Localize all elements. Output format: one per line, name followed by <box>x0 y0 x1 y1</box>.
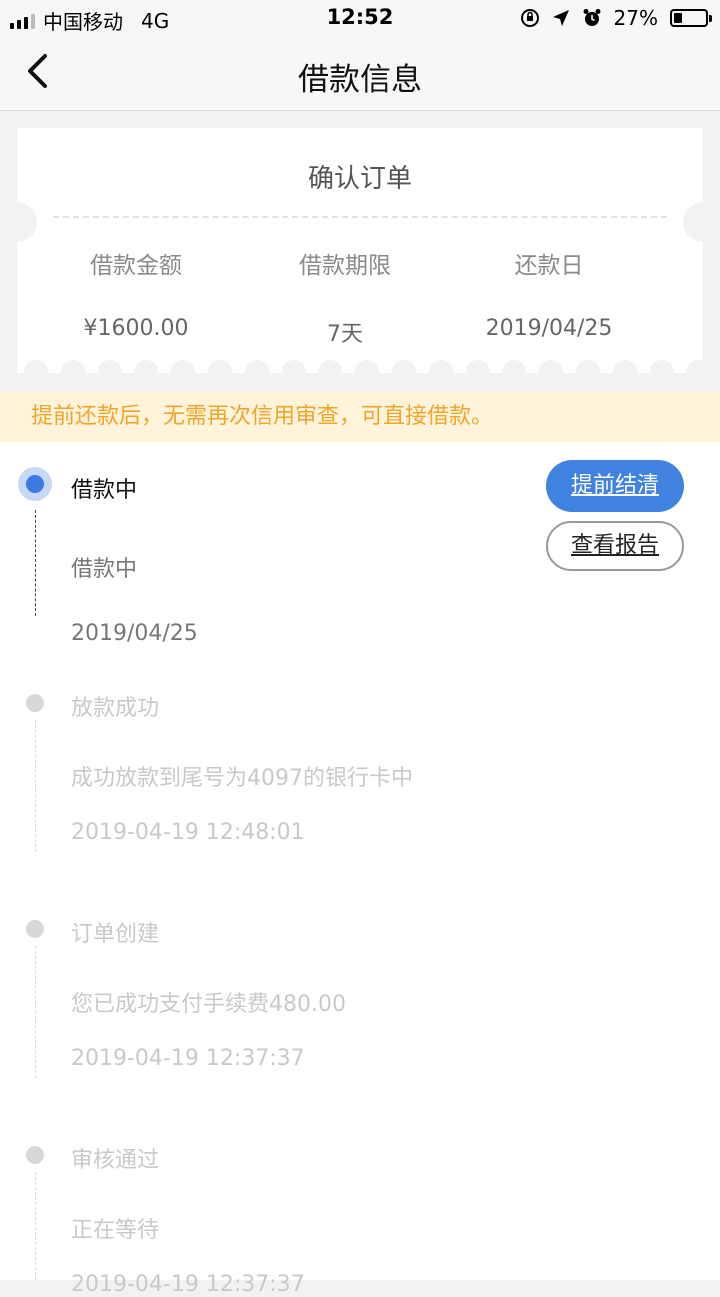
scallop-circle <box>318 360 343 384</box>
orientation-lock-icon <box>520 9 539 27</box>
loan-amount-label: 借款金额 <box>90 253 182 279</box>
timeline-item-title: 放款成功 <box>71 696 160 721</box>
timeline-connector <box>35 1172 36 1280</box>
timeline-item-time: 2019-04-19 12:37:37 <box>71 1272 305 1297</box>
loan-term-value: 7天 <box>327 322 363 347</box>
ticket-notch-right <box>683 202 720 242</box>
loan-term-label: 借款期限 <box>299 253 391 279</box>
scallop-circle <box>60 360 85 384</box>
battery-percent: 27% <box>613 6 658 30</box>
timeline-item-detail: 借款中 <box>71 557 138 582</box>
scallop-circle <box>502 360 527 384</box>
page-title: 借款信息 <box>298 62 422 98</box>
timeline-connector <box>35 510 36 616</box>
ticket-scalloped-edge <box>18 360 711 384</box>
battery-level <box>674 13 682 23</box>
notice-banner: 提前还款后，无需再次信用审查，可直接借款。 <box>0 392 720 442</box>
timeline-dot-active <box>18 467 52 501</box>
scallop-circle <box>24 360 48 384</box>
status-bar: 中国移动 4G 12:52 27% <box>0 0 720 36</box>
scallop-circle <box>612 360 637 384</box>
timeline-item-title: 订单创建 <box>71 922 160 947</box>
timeline-item-detail: 您已成功支付手续费480.00 <box>71 992 346 1017</box>
timeline-dot <box>26 1146 44 1164</box>
scallop-circle <box>208 360 232 384</box>
timeline-item-title: 审核通过 <box>71 1148 160 1173</box>
battery-icon <box>670 9 712 27</box>
timeline-item-time: 2019-04-19 12:37:37 <box>71 1046 305 1071</box>
timeline-dot <box>26 694 44 712</box>
scallop-circle <box>244 360 269 384</box>
order-ticket-card: 确认订单 借款金额 借款期限 还款日 ¥1600.00 7天 2019/04/2… <box>0 128 720 373</box>
timeline-item-time: 2019/04/25 <box>71 621 198 646</box>
scallop-circle <box>134 360 159 384</box>
ticket-divider <box>53 216 667 218</box>
scallop-circle <box>97 360 122 384</box>
timeline-connector <box>35 720 36 852</box>
location-arrow-icon <box>552 10 569 26</box>
timeline-item-time: 2019-04-19 12:48:01 <box>71 820 305 845</box>
ticket-notch-left <box>0 202 37 242</box>
early-settle-button[interactable]: 提前结清 <box>546 460 684 512</box>
scallop-circle <box>392 360 416 384</box>
view-report-button[interactable]: 查看报告 <box>546 521 684 571</box>
scallop-circle <box>686 360 711 384</box>
timeline-connector <box>35 946 36 1078</box>
scallop-circle <box>465 360 490 384</box>
repayment-date-label: 还款日 <box>514 253 584 279</box>
scallop-circle <box>355 360 380 384</box>
scallop-circle <box>649 360 674 384</box>
timeline-item-detail: 成功放款到尾号为4097的银行卡中 <box>71 766 413 791</box>
repayment-date-value: 2019/04/25 <box>485 316 613 341</box>
nav-bar: 借款信息 <box>0 36 720 111</box>
loan-amount-value: ¥1600.00 <box>83 316 189 341</box>
status-right: 27% <box>520 6 712 30</box>
scallop-circle <box>281 360 306 384</box>
scallop-circle <box>576 360 600 384</box>
alarm-icon <box>583 9 601 26</box>
ticket-title: 确认订单 <box>307 164 412 194</box>
scallop-circle <box>428 360 453 384</box>
scallop-circle <box>171 360 196 384</box>
timeline-item-title: 借款中 <box>71 478 138 503</box>
scallop-circle <box>539 360 564 384</box>
timeline-dot <box>26 920 44 938</box>
timeline-item-detail: 正在等待 <box>71 1218 160 1243</box>
